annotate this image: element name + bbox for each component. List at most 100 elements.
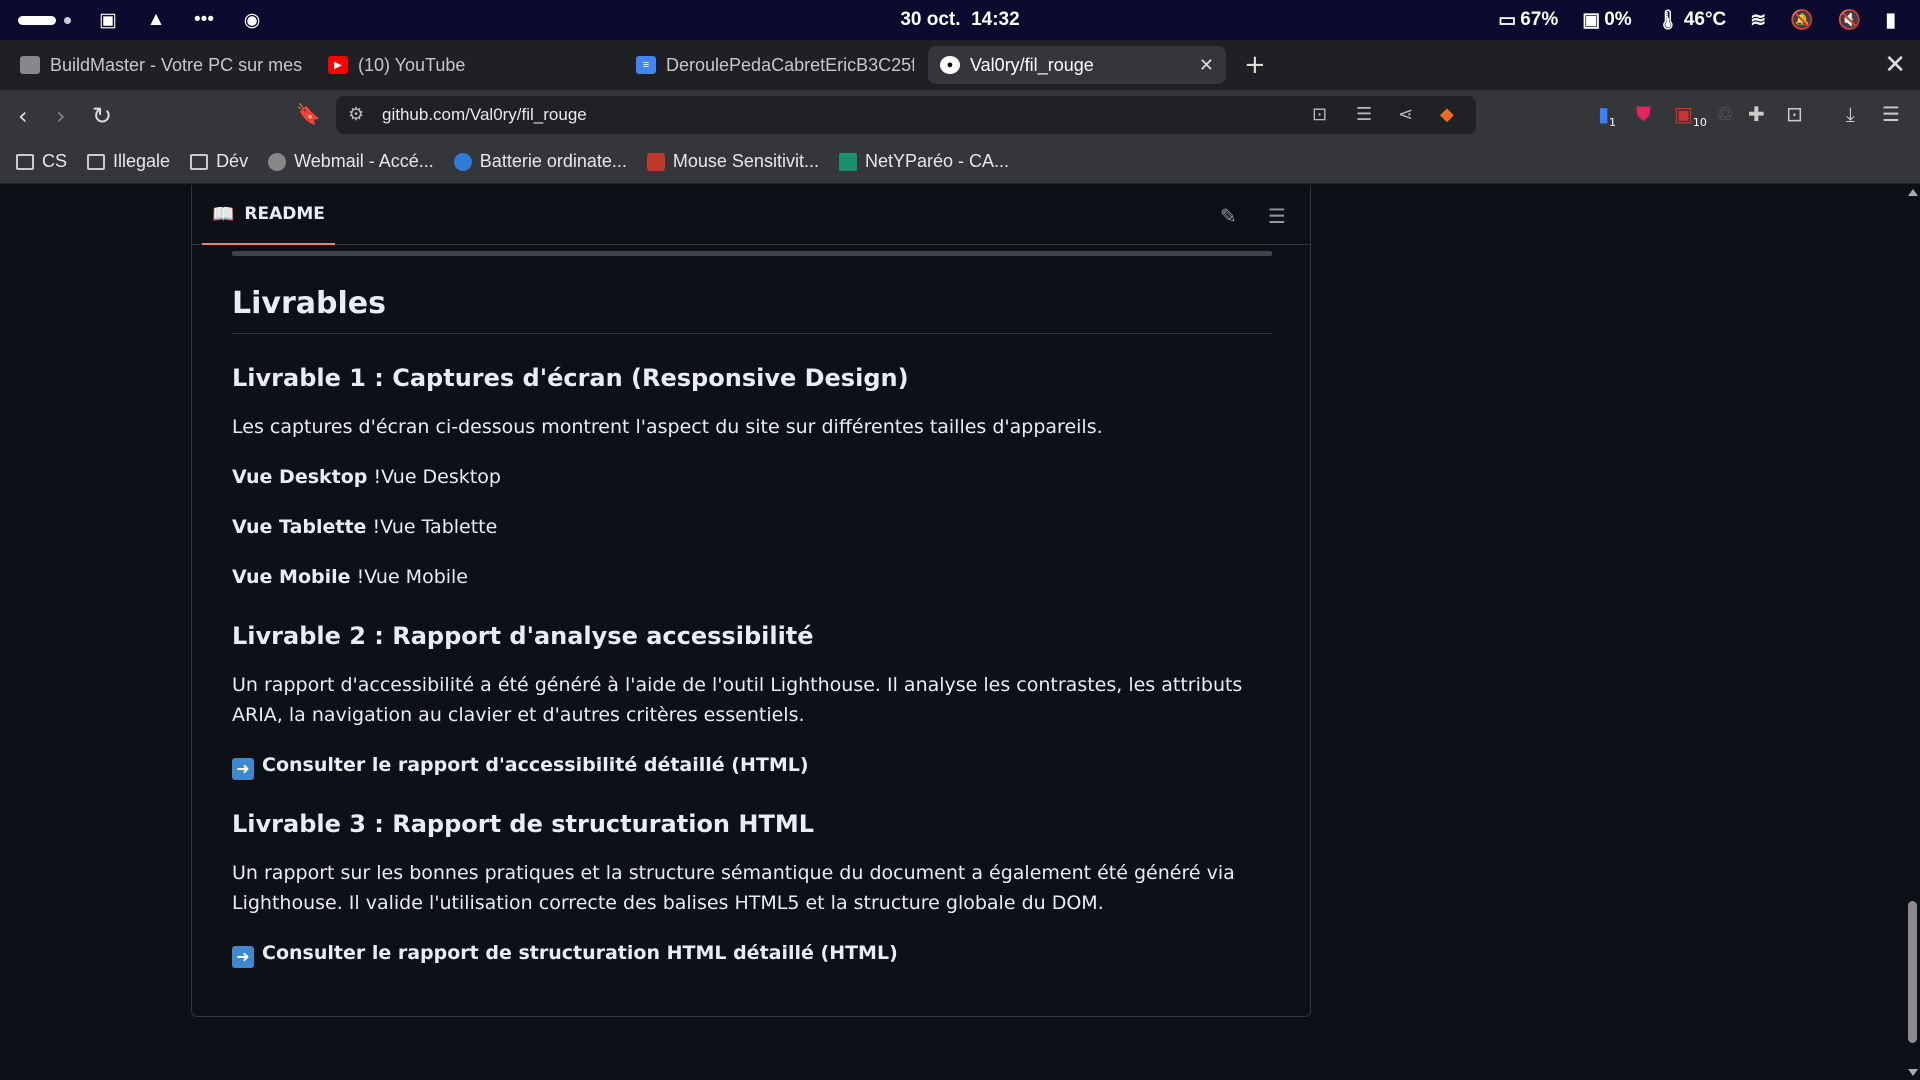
livrable-1-heading: Livrable 1 : Captures d'écran (Responsiv… (232, 364, 909, 392)
scroll-down-arrow[interactable] (1908, 1069, 1918, 1076)
structure-report-link[interactable]: Consulter le rapport de structuration HT… (262, 942, 898, 964)
monitor-icon (20, 56, 40, 74)
brave-shields-icon[interactable]: ◆ (1440, 104, 1454, 125)
readme-tab[interactable]: 📖 README (202, 185, 335, 245)
reader-mode-icon[interactable]: ☰ (1356, 104, 1372, 125)
bookmark-label: NetYParéo - CA... (864, 151, 1010, 171)
site-settings-icon[interactable]: ⚙ (348, 104, 364, 125)
back-button[interactable]: ‹ (18, 102, 28, 130)
folder-icon (16, 153, 34, 170)
menu-icon[interactable]: ☰ (1882, 102, 1900, 126)
divider (232, 251, 1272, 256)
tab-title: DeroulePedaCabretEricB3C25f (666, 54, 914, 75)
site-icon (646, 152, 665, 171)
edit-pencil-icon[interactable]: ✎ (1220, 204, 1237, 228)
tab-buildmaster[interactable]: BuildMaster - Votre PC sur mes (8, 46, 304, 84)
forward-button[interactable]: › (56, 102, 66, 130)
system-status-bar: ▣ ▲ ••• ◉ 30 oct. 14:32 ▭ 67% ▣ 0% 🌡 46°C ≋… (0, 0, 1920, 40)
github-icon: ● (940, 56, 960, 74)
tab-title: BuildMaster - Votre PC sur mes (50, 54, 303, 75)
cpu-icon: ▣ (1582, 9, 1601, 31)
tab-bar: BuildMaster - Votre PC sur mes ▶ (10) Yo… (0, 40, 1920, 90)
readme-content: Livrables Livrable 1 : Captures d'écran … (232, 251, 1272, 968)
bookmark-netypareo[interactable]: NetYParéo - CA... (838, 151, 1010, 172)
section-heading: Livrables (232, 286, 1272, 334)
extension-badge-1: 1 (1609, 116, 1617, 129)
readme-panel: 📖 README ✎ ☰ Livrables Livrable 1 : Capt… (191, 185, 1311, 1017)
temperature-status: 🌡 46°C (1656, 8, 1727, 32)
extensions-puzzle-icon[interactable]: ✚ (1748, 102, 1765, 126)
vue-desktop-label: Vue Desktop (232, 466, 368, 488)
bookmark-label: Webmail - Accé... (294, 151, 434, 171)
close-tab-icon[interactable]: ✕ (1199, 55, 1214, 76)
bookmarks-bar: CS Illegale Dév Webmail - Accé... Batter… (0, 140, 1920, 184)
outline-list-icon[interactable]: ☰ (1268, 204, 1286, 228)
vue-mobile-line: Vue Mobile !Vue Mobile (232, 562, 1272, 592)
temperature-value: 46°C (1683, 9, 1727, 30)
bookmark-label: Batterie ordinate... (479, 151, 627, 171)
mute-icon: 🔇 (1837, 10, 1862, 31)
share-icon[interactable]: ⋖ (1398, 104, 1413, 125)
bookmark-label: Illegale (113, 151, 171, 171)
vue-mobile-label: Vue Mobile (232, 566, 351, 588)
url-text[interactable]: github.com/Val0ry/fil_rouge (382, 105, 587, 125)
livrable-3-text: Un rapport sur les bonnes pratiques et l… (232, 862, 1235, 914)
livrable-1-intro: Les captures d'écran ci-dessous montrent… (232, 416, 1103, 438)
folder-icon (87, 153, 106, 170)
livrable-2-heading: Livrable 2 : Rapport d'analyse accessibi… (232, 622, 814, 650)
accessibility-report-link[interactable]: Consulter le rapport d'accessibilité dét… (262, 754, 809, 776)
extension-calendar-icon[interactable]: ▣10 (1674, 102, 1707, 129)
screenshot-icon[interactable]: ⊡ (1786, 102, 1803, 126)
tab-title: (10) YouTube (358, 54, 466, 75)
page-scrollbar[interactable] (1905, 185, 1920, 1080)
tab-youtube[interactable]: ▶ (10) YouTube (316, 46, 606, 84)
status-date: 30 oct. (900, 9, 961, 30)
extension-ublock-icon[interactable]: ⛊ (1636, 102, 1651, 126)
scroll-thumb[interactable] (1908, 901, 1917, 1043)
bookmark-cs[interactable]: CS (16, 151, 67, 172)
new-tab-button[interactable]: + (1244, 50, 1266, 80)
extension-badge-10: 10 (1692, 116, 1707, 129)
cpu-status: ▣ 0% (1582, 9, 1631, 32)
reload-button[interactable]: ↻ (92, 102, 112, 130)
battery-pct: 67% (1520, 9, 1559, 30)
tab-title: Val0ry/fil_rouge (970, 54, 1094, 75)
bookmark-illegale[interactable]: Illegale (87, 151, 170, 172)
folder-icon (190, 153, 209, 170)
site-icon (453, 152, 472, 171)
bookmark-dev[interactable]: Dév (190, 151, 248, 172)
bookmark-label: CS (42, 151, 68, 171)
bookmark-label: Dév (216, 151, 249, 171)
tab-github[interactable]: ● Val0ry/fil_rouge ✕ (928, 46, 1226, 84)
thermometer-icon: 🌡 (1655, 10, 1680, 31)
address-bar[interactable]: ⚙ github.com/Val0ry/fil_rouge ⊡ ☰ ⋖ ◆ (336, 96, 1476, 134)
download-icon[interactable]: ⤓ (1846, 102, 1855, 126)
vue-mobile-image-alt: !Vue Mobile (356, 566, 468, 588)
arrow-right-icon: ➜ (232, 758, 254, 780)
page-viewport: 📖 README ✎ ☰ Livrables Livrable 1 : Capt… (0, 185, 1905, 1080)
livrable-2-text: Un rapport d'accessibilité a été généré … (232, 674, 1243, 726)
scroll-up-arrow[interactable] (1908, 189, 1918, 196)
livrable-3-heading: Livrable 3 : Rapport de structuration HT… (232, 810, 814, 838)
battery-icon: ▭ (1498, 9, 1517, 31)
youtube-icon: ▶ (328, 56, 348, 74)
close-window-button[interactable]: ✕ (1884, 50, 1906, 80)
extension-recycle-icon[interactable]: ♲ (1716, 102, 1734, 126)
install-app-icon[interactable]: ⊡ (1312, 104, 1327, 125)
extension-shield-icon[interactable]: ▮1 (1598, 102, 1616, 129)
tab-docs[interactable]: ≡ DeroulePedaCabretEricB3C25f (624, 46, 914, 84)
arrow-right-icon: ➜ (232, 946, 254, 968)
vue-desktop-line: Vue Desktop !Vue Desktop (232, 462, 1272, 492)
bookmark-batterie[interactable]: Batterie ordinate... (453, 151, 627, 172)
readme-header: 📖 README ✎ ☰ (192, 185, 1310, 245)
globe-icon (268, 152, 287, 171)
bookmark-icon[interactable]: 🔖 (296, 102, 321, 126)
vue-tablette-image-alt: !Vue Tablette (372, 516, 498, 538)
battery-charging-icon: ▮ (1885, 9, 1896, 31)
book-icon: 📖 (212, 203, 235, 225)
status-time: 14:32 (971, 9, 1020, 30)
bookmark-mouse[interactable]: Mouse Sensitivit... (646, 151, 819, 172)
bookmark-webmail[interactable]: Webmail - Accé... (268, 151, 434, 172)
readme-tab-label: README (244, 204, 325, 224)
docs-icon: ≡ (636, 56, 656, 74)
